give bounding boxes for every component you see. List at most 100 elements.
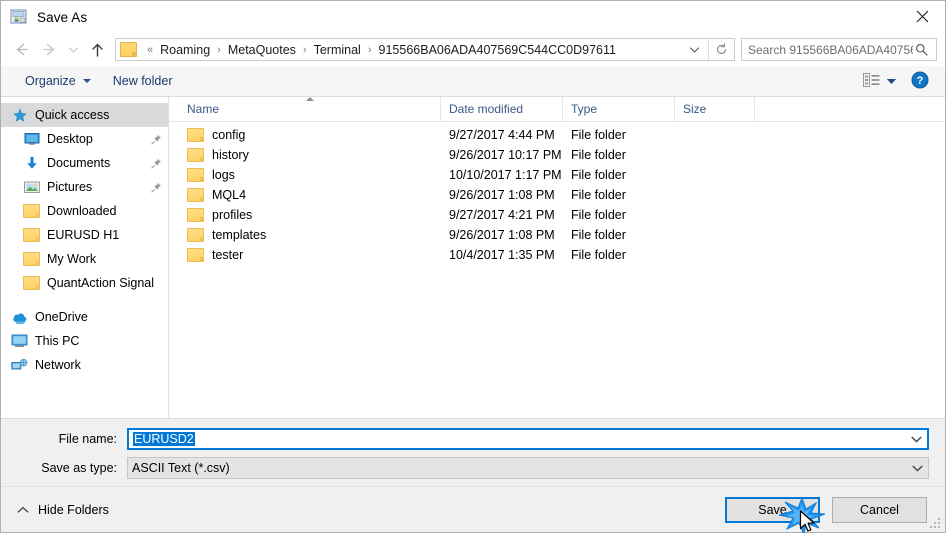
chevron-up-icon bbox=[17, 503, 29, 517]
file-name-cell: MQL4 bbox=[179, 188, 441, 202]
file-name-label: logs bbox=[212, 168, 235, 182]
refresh-icon[interactable] bbox=[708, 39, 734, 60]
folder-icon bbox=[187, 148, 204, 162]
table-row[interactable]: templates 9/26/2017 1:08 PM File folder bbox=[169, 225, 945, 245]
address-bar[interactable]: « Roaming › MetaQuotes › Terminal › 9155… bbox=[115, 38, 735, 61]
desktop-icon bbox=[23, 131, 40, 147]
table-row[interactable]: tester 10/4/2017 1:35 PM File folder bbox=[169, 245, 945, 265]
cancel-button[interactable]: Cancel bbox=[832, 496, 927, 523]
sidebar-item-desktop[interactable]: Desktop bbox=[1, 127, 168, 151]
file-date-cell: 9/26/2017 1:08 PM bbox=[449, 188, 555, 202]
breadcrumb-item-terminal[interactable]: Terminal bbox=[313, 43, 362, 57]
sidebar-item-quick-access[interactable]: Quick access bbox=[1, 103, 168, 127]
folder-icon bbox=[23, 227, 40, 243]
file-name-label: config bbox=[212, 128, 246, 142]
organize-button[interactable]: Organize bbox=[17, 71, 99, 91]
file-type-cell: File folder bbox=[571, 228, 626, 242]
cancel-label: Cancel bbox=[860, 502, 899, 517]
breadcrumb-item-terminal-id[interactable]: 915566BA06ADA407569C544CC0D97611 bbox=[378, 43, 617, 57]
sidebar-item-network[interactable]: Network bbox=[1, 353, 168, 377]
save-as-type-combobox[interactable]: ASCII Text (*.csv) bbox=[127, 457, 929, 479]
pin-icon[interactable] bbox=[151, 182, 162, 193]
file-type-cell: File folder bbox=[571, 188, 626, 202]
breadcrumb-item-roaming[interactable]: Roaming bbox=[159, 43, 211, 57]
column-header-type[interactable]: Type bbox=[563, 97, 675, 121]
close-button[interactable] bbox=[899, 1, 945, 32]
sidebar-item-downloaded[interactable]: Downloaded bbox=[1, 199, 168, 223]
recent-locations-chevron-down-icon[interactable] bbox=[63, 37, 83, 63]
sidebar-item-label: EURUSD H1 bbox=[47, 228, 120, 242]
search-input[interactable]: Search 915566BA06ADA40756... bbox=[742, 43, 913, 57]
file-name-value[interactable]: EURUSD2 bbox=[129, 432, 905, 446]
table-row[interactable]: profiles 9/27/2017 4:21 PM File folder bbox=[169, 205, 945, 225]
table-row[interactable]: MQL4 9/26/2017 1:08 PM File folder bbox=[169, 185, 945, 205]
file-name-combobox[interactable]: EURUSD2 bbox=[127, 428, 929, 450]
sidebar-item-pictures[interactable]: Pictures bbox=[1, 175, 168, 199]
file-name-cell: profiles bbox=[179, 208, 441, 222]
resize-grip[interactable] bbox=[928, 516, 940, 528]
column-header-name[interactable]: Name bbox=[179, 97, 441, 121]
file-type-cell: File folder bbox=[571, 128, 626, 142]
onedrive-cloud-icon bbox=[11, 309, 28, 325]
table-row[interactable]: config 9/27/2017 4:44 PM File folder bbox=[169, 125, 945, 145]
back-button[interactable] bbox=[7, 37, 35, 63]
sidebar-item-label: Downloaded bbox=[47, 204, 117, 218]
folder-icon bbox=[187, 228, 204, 242]
search-box[interactable]: Search 915566BA06ADA40756... bbox=[741, 38, 937, 61]
folder-icon bbox=[187, 248, 204, 262]
help-button[interactable]: ? bbox=[905, 68, 935, 95]
save-button[interactable]: Save bbox=[725, 496, 820, 523]
sidebar-item-documents[interactable]: Documents bbox=[1, 151, 168, 175]
folder-icon bbox=[23, 203, 40, 219]
pin-icon[interactable] bbox=[151, 158, 162, 169]
documents-download-icon bbox=[23, 155, 40, 171]
new-folder-label: New folder bbox=[112, 74, 173, 88]
column-header-label: Size bbox=[683, 102, 707, 116]
file-name-cell: logs bbox=[179, 168, 441, 182]
sidebar-item-quantaction-signal[interactable]: QuantAction Signal bbox=[1, 271, 168, 295]
column-header-label: Date modified bbox=[449, 102, 524, 116]
chevron-down-icon[interactable] bbox=[905, 436, 927, 443]
chevron-down-icon[interactable] bbox=[906, 465, 928, 472]
sidebar-item-label: Desktop bbox=[47, 132, 93, 146]
help-icon: ? bbox=[911, 71, 929, 92]
sidebar-item-label: Network bbox=[35, 358, 81, 372]
save-as-type-label: Save as type: bbox=[41, 461, 117, 475]
hide-folders-label: Hide Folders bbox=[38, 502, 109, 517]
breadcrumb-item-metaquotes[interactable]: MetaQuotes bbox=[227, 43, 297, 57]
sidebar-item-label: My Work bbox=[47, 252, 97, 266]
file-type-cell: File folder bbox=[571, 248, 626, 262]
file-list-pane: Name Date modified Type Size config 9/27… bbox=[169, 97, 945, 418]
sidebar-item-eurusd-h1[interactable]: EURUSD H1 bbox=[1, 223, 168, 247]
file-type-cell: File folder bbox=[571, 208, 626, 222]
sidebar-item-onedrive[interactable]: OneDrive bbox=[1, 305, 168, 329]
save-as-app-icon bbox=[10, 8, 28, 26]
change-view-button[interactable] bbox=[857, 70, 903, 93]
file-date-cell: 9/26/2017 1:08 PM bbox=[449, 228, 555, 242]
pin-icon[interactable] bbox=[151, 134, 162, 145]
sidebar-item-label: OneDrive bbox=[35, 310, 88, 324]
file-name-input[interactable]: EURUSD2 bbox=[133, 432, 195, 446]
table-row[interactable]: logs 10/10/2017 1:17 PM File folder bbox=[169, 165, 945, 185]
column-header-size[interactable]: Size bbox=[675, 97, 755, 121]
file-type-cell: File folder bbox=[571, 148, 626, 162]
folder-icon bbox=[187, 188, 204, 202]
navigation-pane: Quick access Desktop Documents Pictures … bbox=[1, 97, 169, 418]
forward-button[interactable] bbox=[35, 37, 63, 63]
save-form: File name: EURUSD2 Save as type: ASCII T… bbox=[1, 418, 945, 486]
column-header-date-modified[interactable]: Date modified bbox=[441, 97, 563, 121]
folder-icon bbox=[187, 128, 204, 142]
sidebar-item-label: Pictures bbox=[47, 180, 93, 194]
hide-folders-button[interactable]: Hide Folders bbox=[11, 503, 109, 517]
up-button[interactable] bbox=[83, 37, 111, 63]
sidebar-item-this-pc[interactable]: This PC bbox=[1, 329, 168, 353]
breadcrumb-separator: › bbox=[302, 43, 307, 56]
new-folder-button[interactable]: New folder bbox=[105, 71, 181, 91]
file-date-cell: 10/4/2017 1:35 PM bbox=[449, 248, 555, 262]
file-name-label: tester bbox=[212, 248, 244, 262]
table-row[interactable]: history 9/26/2017 10:17 PM File folder bbox=[169, 145, 945, 165]
breadcrumb-overflow[interactable]: « bbox=[141, 44, 159, 56]
address-chevron-down-icon[interactable] bbox=[683, 46, 708, 54]
sidebar-item-my-work[interactable]: My Work bbox=[1, 247, 168, 271]
organize-label: Organize bbox=[25, 74, 76, 88]
